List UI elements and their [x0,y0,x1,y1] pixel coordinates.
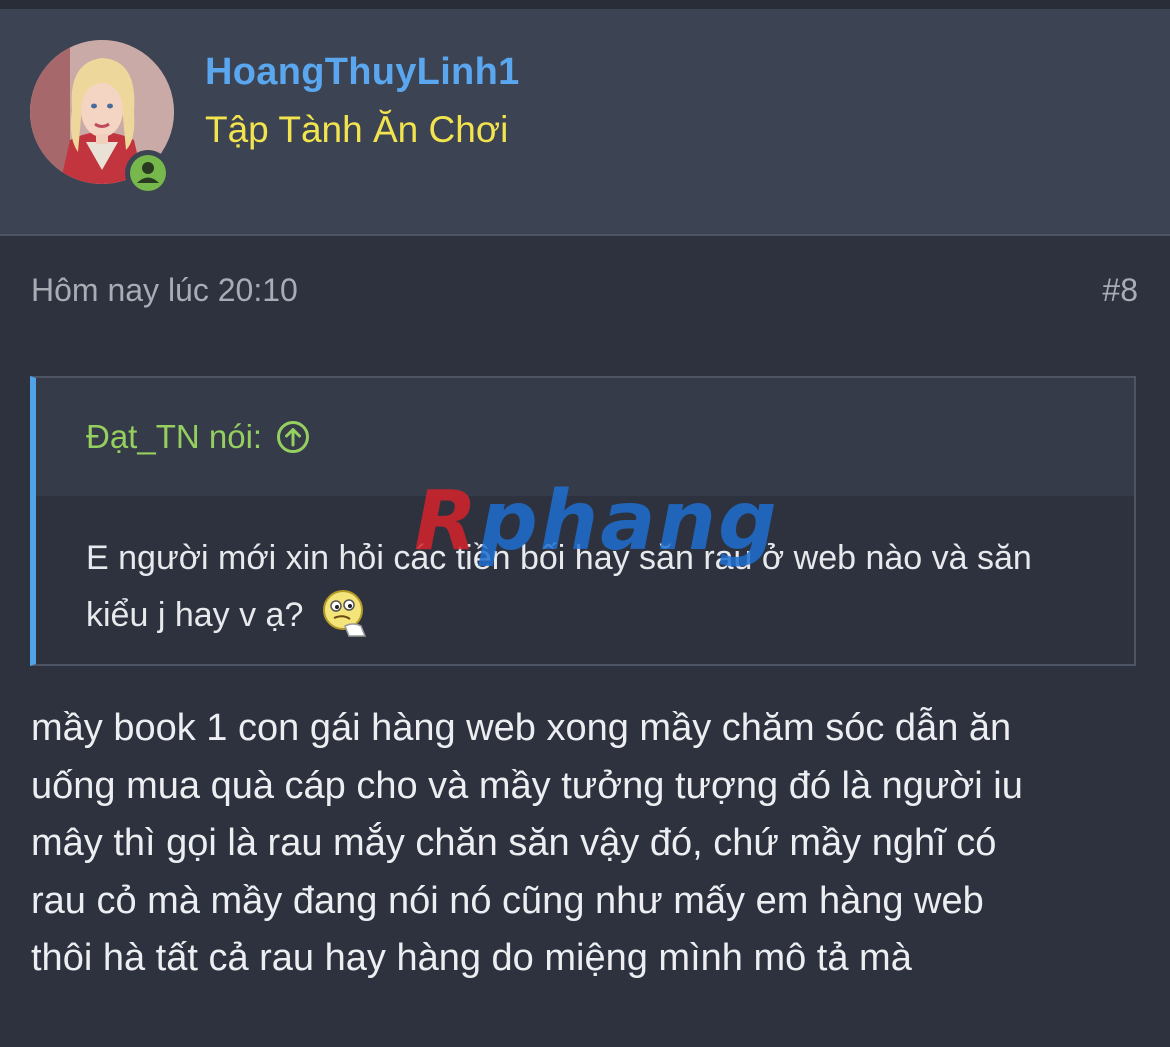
post-body-line: mây thì gọi là rau mắy chăn săn vậy đó, … [31,822,997,864]
site-watermark: Rphang [414,474,779,569]
post-body-line: uống mua quà cáp cho và mầy tưởng tượng … [31,764,1023,807]
online-user-icon [137,162,159,183]
quote-author-link[interactable]: Đạt_TN nói: [86,418,310,456]
top-strip [0,0,1170,9]
post-body-line: rau cỏ mà mầy đang nói nó cũng như mấy e… [31,879,984,922]
post-body-line: mầy book 1 con gái hàng web xong mầy chă… [31,707,1012,749]
watermark-blue: phang [479,474,779,569]
online-status-badge [125,150,171,196]
username-link[interactable]: HoangThuyLinh1 [205,51,520,94]
thinking-emoji-icon [322,590,366,637]
post-meta: Hôm nay lúc 20:10 #8 [0,236,1170,346]
post-user-header: HoangThuyLinh1 Tập Tành Ăn Chơi [0,9,1170,236]
post-body: mầy book 1 con gái hàng web xong mầy chă… [31,700,1141,988]
watermark-red: R [414,474,480,569]
arrow-up-circle-icon[interactable] [276,420,310,454]
post-date-link[interactable]: Hôm nay lúc 20:10 [31,272,298,309]
post-body-line: thôi hà tất cả rau hay hàng do miệng mìn… [31,937,912,979]
user-title: Tập Tành Ăn Chơi [205,109,509,150]
post-number-link[interactable]: #8 [1102,272,1138,309]
quote-author-label: Đạt_TN nói: [86,418,263,455]
